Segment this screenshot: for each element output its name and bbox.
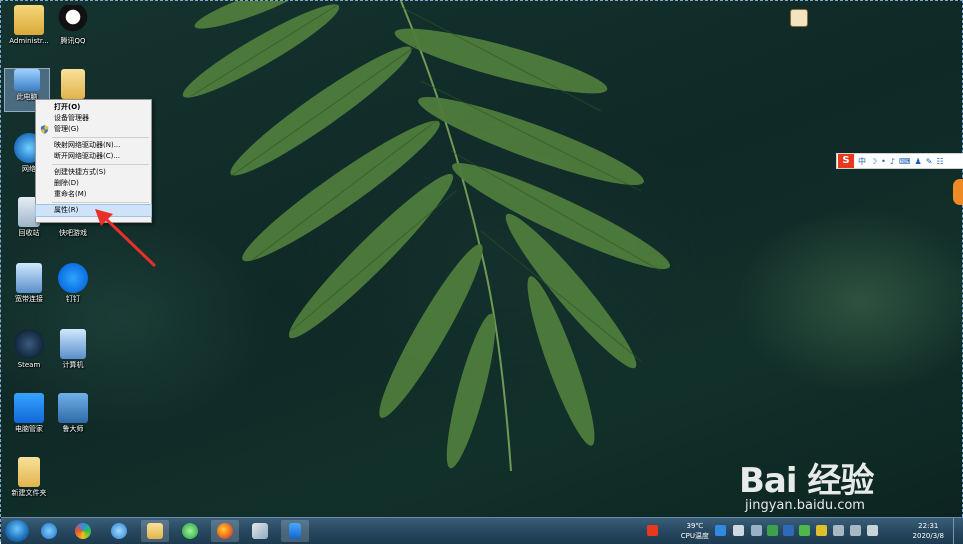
wallpaper-fern (182, 1, 670, 472)
volume-icon[interactable] (867, 525, 878, 536)
menu-item-delete[interactable]: 删除(D) (36, 178, 151, 189)
menu-item-rename[interactable]: 重命名(M) (36, 189, 151, 200)
phone-icon (289, 523, 301, 539)
ie-icon (41, 523, 57, 539)
temperature-value: 39℃ (686, 522, 704, 530)
taskbar-app-phone[interactable] (281, 520, 309, 542)
desktop-icon-label: 腾讯QQ (60, 37, 86, 45)
watermark-url: jingyan.baidu.com (745, 498, 865, 513)
cpu-temperature: 39℃ CPU温度 (681, 521, 709, 541)
taskbar: 39℃ CPU温度 22:31 2020/3/8 (1, 517, 963, 544)
clock-date: 2020/3/8 (912, 532, 944, 540)
folder-icon (61, 69, 85, 99)
taskbar-app-firefox[interactable] (211, 520, 239, 542)
clock[interactable]: 22:31 2020/3/8 (913, 521, 944, 541)
desktop-icon-qq[interactable]: 腾讯QQ (45, 5, 101, 46)
paint-icon (252, 523, 268, 539)
temperature-label: CPU温度 (680, 532, 709, 540)
desktop-icon-label: 鲁大师 (62, 425, 84, 433)
security-tray-icon[interactable] (799, 525, 810, 536)
watermark-brand: Bai 经验 (739, 461, 874, 501)
taskbar-app-360[interactable] (69, 520, 97, 542)
steam-icon (14, 329, 44, 359)
tray-icon-3[interactable] (767, 525, 778, 536)
menu-item-device-manager[interactable]: 设备管理器 (36, 113, 151, 124)
context-menu: 打开(O) 设备管理器 管理(G) 映射网络驱动器(N)... 断开网络驱动器(… (35, 99, 152, 223)
bluetooth-icon[interactable] (783, 525, 794, 536)
baidu-watermark: Bai 经验 jingyan.baidu.com (739, 453, 874, 513)
camera-icon[interactable] (790, 9, 808, 27)
desktop-icon-computer[interactable]: 计算机 (45, 329, 101, 370)
user-folder-icon (14, 5, 44, 35)
desktop[interactable]: Administr... 腾讯QQ 此电脑 网络 回收站 快吧游戏 宽带连接 钉… (0, 0, 963, 544)
menu-separator (52, 164, 149, 165)
desktop-icon-label: 计算机 (62, 361, 84, 369)
start-button[interactable] (5, 520, 29, 542)
annotation-arrow (95, 209, 157, 268)
desktop-icon-ludashi[interactable]: 鲁大师 (45, 393, 101, 434)
sogou-tray-icon[interactable] (647, 525, 658, 536)
menu-item-map-network-drive[interactable]: 映射网络驱动器(N)... (36, 140, 151, 151)
menu-item-disconnect-network-drive[interactable]: 断开网络驱动器(C)... (36, 151, 151, 162)
tray-icon-4[interactable] (816, 525, 827, 536)
desktop-icon-new-folder[interactable]: 新建文件夹 (1, 457, 57, 498)
file-explorer-icon (147, 523, 163, 539)
moon-icon[interactable]: ☽ (870, 157, 877, 166)
taskbar-app-paint[interactable] (246, 520, 274, 542)
menu-item-create-shortcut[interactable]: 创建快捷方式(S) (36, 167, 151, 178)
taskbar-app-internet-explorer[interactable] (105, 520, 133, 542)
computer-icon (14, 69, 40, 91)
qq-penguin-icon (58, 5, 88, 35)
shield-icon (40, 125, 49, 134)
menu-separator (52, 202, 149, 203)
taskbar-app-ie[interactable] (35, 520, 63, 542)
skin-icon[interactable]: ♟ (915, 157, 922, 166)
punctuation-icon[interactable]: • (881, 157, 886, 166)
desktop-icon-label: 新建文件夹 (11, 489, 47, 497)
computer-icon (60, 329, 86, 359)
menu-item-open[interactable]: 打开(O) (36, 102, 151, 113)
dingtalk-icon (58, 263, 88, 293)
desktop-icon-folder[interactable] (45, 69, 101, 101)
keyboard-icon[interactable]: ⌨ (899, 157, 911, 166)
internet-explorer-icon (111, 523, 127, 539)
taskbar-app-explorer[interactable] (141, 520, 169, 542)
keyboard-tray-icon[interactable] (850, 525, 861, 536)
pc-manager-shield-icon (14, 393, 44, 423)
taskbar-app-green-browser[interactable] (176, 520, 204, 542)
menu-item-manage[interactable]: 管理(G) (36, 124, 151, 135)
tray-icon-1[interactable] (733, 525, 744, 536)
ime-mode-label[interactable]: 中 (858, 156, 866, 167)
tray-icon-2[interactable] (751, 525, 762, 536)
desktop-icon-label: 钉钉 (66, 295, 80, 303)
ime-toolbar[interactable]: S 中 ☽ • ♪ ⌨ ♟ ✎ ☷ (836, 153, 963, 169)
menu-separator (52, 137, 149, 138)
360-browser-icon (75, 523, 91, 539)
voice-icon[interactable]: ♪ (890, 157, 895, 166)
clock-time: 22:31 (918, 522, 939, 530)
ludashi-icon (58, 393, 88, 423)
floating-ball-icon[interactable] (953, 179, 963, 205)
pc-manager-tray-icon[interactable] (715, 525, 726, 536)
show-desktop-button[interactable] (953, 518, 963, 544)
folder-icon (18, 457, 40, 487)
menu-item-label: 管理(G) (54, 125, 79, 133)
broadband-connection-icon (16, 263, 42, 293)
grid-icon[interactable]: ☷ (936, 157, 943, 166)
green-browser-icon (182, 523, 198, 539)
network-icon[interactable] (833, 525, 844, 536)
shirt-icon[interactable]: ✎ (926, 157, 933, 166)
firefox-icon (217, 523, 233, 539)
sogou-logo-icon: S (838, 154, 854, 168)
